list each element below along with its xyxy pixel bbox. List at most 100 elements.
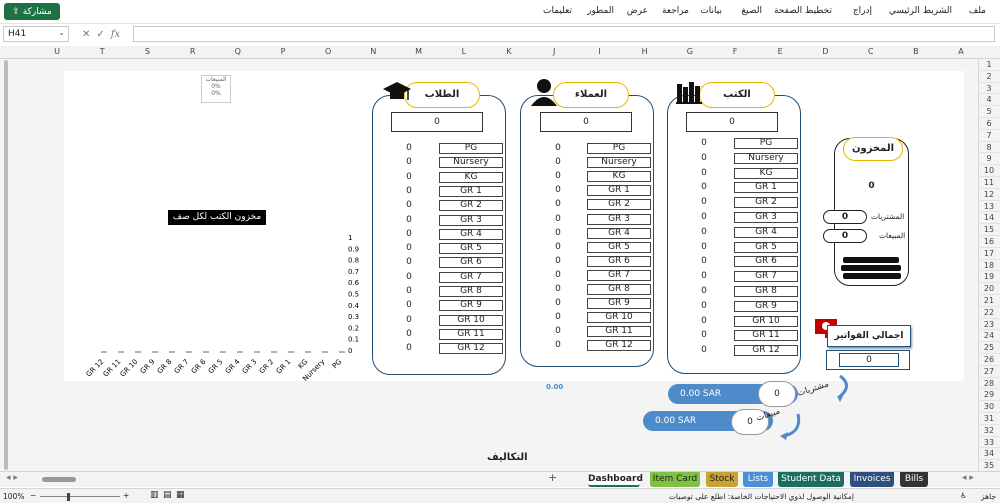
column-header[interactable]: U xyxy=(34,47,80,56)
column-header[interactable]: J xyxy=(531,47,577,56)
customers-grade-label: GR 2 xyxy=(587,199,651,211)
tab-nav-arrows[interactable]: ◂ ▸ xyxy=(6,473,18,483)
row-header[interactable]: 23 xyxy=(978,319,1000,331)
row-header[interactable]: 20 xyxy=(978,283,1000,295)
row-header[interactable]: 16 xyxy=(978,236,1000,248)
zoom-slider[interactable] xyxy=(40,496,120,497)
row-header[interactable]: 13 xyxy=(978,201,1000,213)
row-header[interactable]: 32 xyxy=(978,425,1000,437)
check-icon[interactable]: ✓ xyxy=(96,29,104,40)
formula-input[interactable] xyxy=(133,26,995,42)
column-header[interactable]: C xyxy=(848,47,894,56)
row-header[interactable]: 8 xyxy=(978,142,1000,154)
x-tick-label: KG xyxy=(297,358,310,371)
row-header[interactable]: 17 xyxy=(978,248,1000,260)
menu-developer[interactable]: المطور xyxy=(587,6,614,16)
menu-page-layout[interactable]: تخطيط الصفحة xyxy=(774,6,832,16)
column-header[interactable]: L xyxy=(441,47,487,56)
row-header[interactable]: 4 xyxy=(978,94,1000,107)
accessibility-status[interactable]: إمكانية الوصول لذوي الاحتياجات الخاصة: ا… xyxy=(669,492,854,501)
cancel-icon[interactable]: ✕ xyxy=(82,29,90,40)
books-grade-label: GR 12 xyxy=(734,345,798,357)
tab-bills[interactable]: Bills xyxy=(900,472,928,487)
vertical-scrollbar[interactable] xyxy=(4,60,8,470)
zoom-level[interactable]: 100% xyxy=(3,492,24,501)
column-header[interactable]: B xyxy=(893,47,939,56)
row-header[interactable]: 24 xyxy=(978,330,1000,343)
name-box[interactable]: H41 ⌄ xyxy=(3,26,69,42)
books-per-grade-chart: 00.10.20.30.40.50.60.70.80.91 PGNurseryK… xyxy=(85,234,360,381)
page-break-view-icon[interactable]: ▥ xyxy=(150,490,159,500)
column-header[interactable]: Q xyxy=(215,47,261,56)
row-header[interactable]: 9 xyxy=(978,153,1000,166)
row-header[interactable]: 28 xyxy=(978,378,1000,390)
menu-insert[interactable]: إدراج xyxy=(853,6,872,16)
column-header[interactable]: N xyxy=(350,47,396,56)
column-header[interactable]: A xyxy=(938,47,984,56)
row-header[interactable]: 10 xyxy=(978,165,1000,177)
row-header[interactable]: 31 xyxy=(978,413,1000,425)
page-layout-view-icon[interactable]: ▤ xyxy=(163,490,172,500)
column-header[interactable]: D xyxy=(802,47,848,56)
tab-item-card[interactable]: Item Card xyxy=(650,472,700,487)
column-header[interactable]: P xyxy=(260,47,306,56)
column-header[interactable]: T xyxy=(79,47,125,56)
column-header[interactable]: H xyxy=(622,47,668,56)
row-header[interactable]: 15 xyxy=(978,224,1000,236)
row-header[interactable]: 27 xyxy=(978,366,1000,378)
row-header[interactable]: 25 xyxy=(978,342,1000,354)
row-header[interactable]: 33 xyxy=(978,437,1000,449)
fx-icon[interactable]: fx xyxy=(111,29,120,40)
column-header[interactable]: K xyxy=(486,47,532,56)
row-header[interactable]: 18 xyxy=(978,260,1000,272)
row-header[interactable]: 21 xyxy=(978,295,1000,307)
row-header[interactable]: 6 xyxy=(978,118,1000,130)
row-header[interactable]: 22 xyxy=(978,307,1000,319)
row-header[interactable]: 26 xyxy=(978,354,1000,366)
books-grade-label: GR 7 xyxy=(734,271,798,283)
zoom-out-icon[interactable]: − xyxy=(30,491,36,500)
column-header[interactable]: S xyxy=(124,47,170,56)
zoom-thumb[interactable] xyxy=(67,493,70,501)
column-header[interactable]: I xyxy=(576,47,622,56)
menu-file[interactable]: ملف xyxy=(969,6,986,16)
row-header[interactable]: 12 xyxy=(978,189,1000,201)
row-header[interactable]: 34 xyxy=(978,448,1000,461)
row-header[interactable]: 11 xyxy=(978,177,1000,189)
column-header[interactable]: G xyxy=(667,47,713,56)
menu-data[interactable]: بيانات xyxy=(700,6,722,16)
tab-dashboard[interactable]: Dashboard xyxy=(588,472,643,487)
row-header[interactable]: 2 xyxy=(978,71,1000,83)
menu-formulas[interactable]: الصيغ xyxy=(741,6,762,16)
tab-scroll-arrows[interactable]: ◂ ▸ xyxy=(962,473,974,483)
column-header[interactable]: F xyxy=(712,47,758,56)
row-header[interactable]: 29 xyxy=(978,389,1000,402)
menu-review[interactable]: مراجعة xyxy=(662,6,689,16)
row-header[interactable]: 1 xyxy=(978,59,1000,71)
row-header[interactable]: 5 xyxy=(978,106,1000,118)
column-header[interactable]: E xyxy=(757,47,803,56)
menu-help[interactable]: تعليمات xyxy=(543,6,572,16)
column-header[interactable]: R xyxy=(170,47,216,56)
column-header[interactable]: M xyxy=(396,47,442,56)
row-header[interactable]: 19 xyxy=(978,271,1000,284)
horizontal-scrollbar[interactable] xyxy=(42,477,76,482)
column-header[interactable]: O xyxy=(305,47,351,56)
tab-invoices[interactable]: Invoices xyxy=(850,472,894,487)
customers-grade-label: Nursery xyxy=(587,157,651,169)
tab-lists[interactable]: Lists xyxy=(743,472,773,487)
tab-student-data[interactable]: Student Data xyxy=(778,472,844,487)
normal-view-icon[interactable]: ▦ xyxy=(176,490,185,500)
menu-view[interactable]: عرض xyxy=(627,6,648,16)
tab-stock[interactable]: Stock xyxy=(706,472,738,487)
row-header[interactable]: 30 xyxy=(978,401,1000,413)
share-button[interactable]: ⇪ مشاركة xyxy=(4,3,60,20)
y-tick-label: 0.2 xyxy=(348,324,359,332)
add-sheet-icon[interactable]: + xyxy=(548,471,557,484)
zoom-in-icon[interactable]: + xyxy=(123,491,129,500)
row-header[interactable]: 3 xyxy=(978,83,1000,95)
row-header[interactable]: 7 xyxy=(978,130,1000,142)
row-header[interactable]: 14 xyxy=(978,212,1000,225)
students-title: الطلاب xyxy=(404,82,480,108)
menu-home[interactable]: الشريط الرئيسي xyxy=(889,6,952,16)
